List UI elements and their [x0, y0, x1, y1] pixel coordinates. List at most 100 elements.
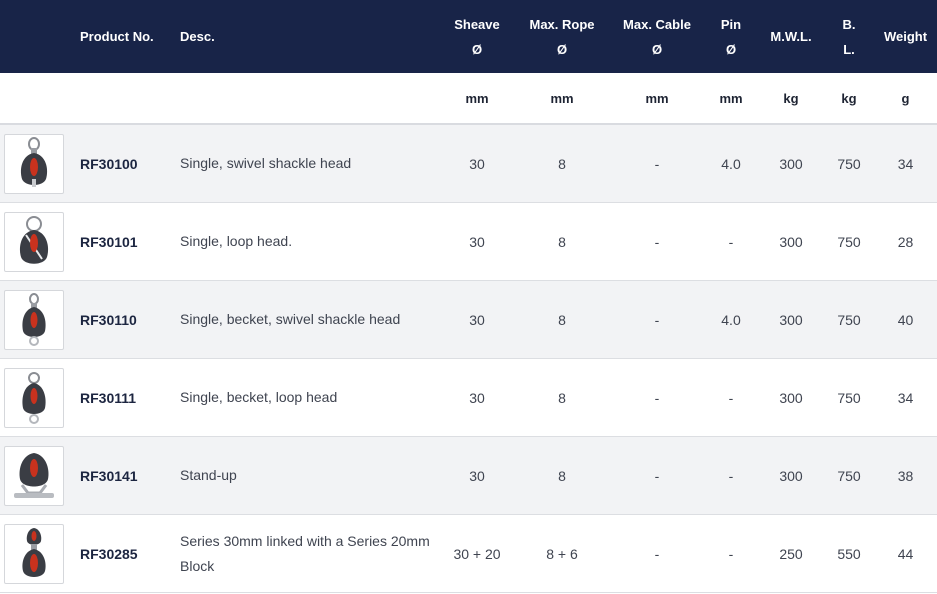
weight-value: 34: [874, 124, 937, 203]
header-mwl[interactable]: M.W.L.: [758, 0, 824, 73]
header-max-rope-symbol: Ø: [556, 41, 568, 57]
unit-empty-desc: [170, 73, 440, 125]
product-desc: Single, swivel shackle head: [170, 124, 440, 203]
product-image-cell: [0, 436, 70, 515]
pulley-block-becket-loop-icon: [22, 371, 46, 424]
unit-empty-image: [0, 73, 70, 125]
max-rope-value: 8: [514, 202, 610, 281]
product-image-cell: [0, 280, 70, 359]
sheave-value: 30: [440, 124, 514, 203]
unit-empty-product: [70, 73, 170, 125]
product-thumbnail[interactable]: [4, 289, 64, 350]
mwl-value: 250: [758, 514, 824, 593]
product-desc: Single, becket, loop head: [170, 358, 440, 437]
mwl-value: 300: [758, 358, 824, 437]
max-cable-value: -: [610, 514, 704, 593]
pulley-block-loop-icon: [19, 215, 49, 264]
pin-value: -: [704, 358, 758, 437]
table-row[interactable]: RF30101 Single, loop head. 30 8 - - 300 …: [0, 202, 937, 281]
product-no[interactable]: RF30141: [70, 436, 170, 515]
table-row[interactable]: RF30111 Single, becket, loop head 30 8 -…: [0, 358, 937, 437]
table-row[interactable]: RF30100 Single, swivel shackle head 30 8…: [0, 124, 937, 203]
header-bl-line2: L.: [843, 41, 855, 57]
product-no[interactable]: RF30111: [70, 358, 170, 437]
sheave-value: 30: [440, 202, 514, 281]
pulley-block-swivel-shackle-icon: [20, 136, 48, 187]
bl-value: 550: [824, 514, 874, 593]
unit-weight: g: [874, 73, 937, 125]
header-max-cable-symbol: Ø: [651, 41, 663, 57]
weight-value: 28: [874, 202, 937, 281]
unit-pin: mm: [704, 73, 758, 125]
max-cable-value: -: [610, 436, 704, 515]
product-no[interactable]: RF30101: [70, 202, 170, 281]
product-no[interactable]: RF30285: [70, 514, 170, 593]
unit-sheave: mm: [440, 73, 514, 125]
pin-value: -: [704, 514, 758, 593]
unit-max-cable: mm: [610, 73, 704, 125]
max-cable-value: -: [610, 124, 704, 203]
header-max-cable[interactable]: Max. Cable Ø: [610, 0, 704, 73]
product-thumbnail[interactable]: [4, 133, 64, 194]
max-cable-value: -: [610, 202, 704, 281]
max-cable-value: -: [610, 280, 704, 359]
product-thumbnail[interactable]: [4, 367, 64, 428]
product-thumbnail[interactable]: [4, 445, 64, 506]
bl-value: 750: [824, 202, 874, 281]
header-bl-line1: B.: [842, 16, 856, 32]
mwl-value: 300: [758, 202, 824, 281]
table-row[interactable]: RF30110 Single, becket, swivel shackle h…: [0, 280, 937, 359]
header-pin-label: Pin: [720, 16, 742, 32]
header-max-rope-label: Max. Rope: [529, 16, 595, 32]
header-pin-symbol: Ø: [725, 41, 737, 57]
max-rope-value: 8: [514, 124, 610, 203]
weight-value: 44: [874, 514, 937, 593]
pin-value: -: [704, 436, 758, 515]
bl-value: 750: [824, 124, 874, 203]
header-desc[interactable]: Desc.: [170, 0, 440, 73]
bl-value: 750: [824, 358, 874, 437]
product-desc: Stand-up: [170, 436, 440, 515]
product-desc: Series 30mm linked with a Series 20mm Bl…: [170, 514, 440, 593]
pin-value: 4.0: [704, 280, 758, 359]
header-weight[interactable]: Weight: [874, 0, 937, 73]
table-row[interactable]: RF30141 Stand-up 30 8 - - 300 750 38: [0, 436, 937, 515]
max-rope-value: 8 + 6: [514, 514, 610, 593]
sheave-value: 30: [440, 358, 514, 437]
weight-value: 38: [874, 436, 937, 515]
header-pin[interactable]: Pin Ø: [704, 0, 758, 73]
header-bl[interactable]: B. L.: [824, 0, 874, 73]
product-image-cell: [0, 514, 70, 593]
product-thumbnail[interactable]: [4, 211, 64, 272]
max-rope-value: 8: [514, 280, 610, 359]
pin-value: 4.0: [704, 124, 758, 203]
units-row: mm mm mm mm kg kg g: [0, 73, 937, 125]
mwl-value: 300: [758, 280, 824, 359]
bl-value: 750: [824, 436, 874, 515]
header-max-rope[interactable]: Max. Rope Ø: [514, 0, 610, 73]
header-sheave-symbol: Ø: [471, 41, 483, 57]
bl-value: 750: [824, 280, 874, 359]
pulley-block-standup-icon: [14, 452, 54, 498]
table-row[interactable]: RF30285 Series 30mm linked with a Series…: [0, 514, 937, 593]
pulley-block-linked-icon: [22, 527, 46, 577]
product-no[interactable]: RF30110: [70, 280, 170, 359]
header-product-no[interactable]: Product No.: [70, 0, 170, 73]
header-sheave[interactable]: Sheave Ø: [440, 0, 514, 73]
weight-value: 40: [874, 280, 937, 359]
unit-max-rope: mm: [514, 73, 610, 125]
sheave-value: 30: [440, 436, 514, 515]
product-thumbnail[interactable]: [4, 523, 64, 584]
max-rope-value: 8: [514, 358, 610, 437]
mwl-value: 300: [758, 124, 824, 203]
product-spec-table: Product No. Desc. Sheave Ø Max. Rope Ø M…: [0, 0, 937, 593]
header-max-cable-label: Max. Cable: [623, 16, 691, 32]
product-desc: Single, loop head.: [170, 202, 440, 281]
max-rope-value: 8: [514, 436, 610, 515]
product-no[interactable]: RF30100: [70, 124, 170, 203]
sheave-value: 30 + 20: [440, 514, 514, 593]
product-desc: Single, becket, swivel shackle head: [170, 280, 440, 359]
header-sheave-label: Sheave: [454, 16, 500, 32]
product-image-cell: [0, 358, 70, 437]
weight-value: 34: [874, 358, 937, 437]
